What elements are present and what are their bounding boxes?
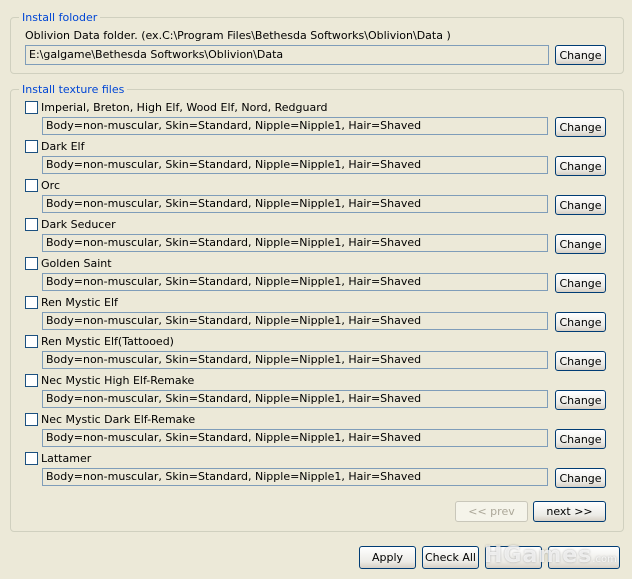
texture-change-button[interactable]: Change (555, 468, 606, 488)
texture-change-button[interactable]: Change (555, 156, 606, 176)
race-label: Lattamer (41, 452, 92, 465)
texture-setting-field: Body=non-muscular, Skin=Standard, Nipple… (42, 117, 548, 135)
footer-button-3[interactable] (485, 546, 542, 569)
install-folder-path-field[interactable]: E:\galgame\Bethesda Softworks\Oblivion\D… (25, 45, 549, 65)
texture-change-button[interactable]: Change (555, 312, 606, 332)
texture-change-button[interactable]: Change (555, 234, 606, 254)
texture-files-legend: Install texture files (19, 83, 128, 96)
race-label: Imperial, Breton, High Elf, Wood Elf, No… (41, 101, 328, 114)
race-checkbox[interactable] (25, 452, 38, 465)
texture-change-button[interactable]: Change (555, 273, 606, 293)
race-checkbox[interactable] (25, 218, 38, 231)
race-checkbox[interactable] (25, 101, 38, 114)
texture-setting-field: Body=non-muscular, Skin=Standard, Nipple… (42, 351, 548, 369)
texture-setting-field: Body=non-muscular, Skin=Standard, Nipple… (42, 390, 548, 408)
race-label: Dark Elf (41, 140, 85, 153)
race-label: Golden Saint (41, 257, 112, 270)
texture-change-button[interactable]: Change (555, 117, 606, 137)
race-checkbox[interactable] (25, 179, 38, 192)
race-checkbox[interactable] (25, 257, 38, 270)
install-folder-change-button[interactable]: Change (555, 45, 606, 65)
texture-setting-field: Body=non-muscular, Skin=Standard, Nipple… (42, 156, 548, 174)
race-checkbox[interactable] (25, 335, 38, 348)
check-all-button[interactable]: Check All (422, 546, 479, 569)
texture-setting-field: Body=non-muscular, Skin=Standard, Nipple… (42, 195, 548, 213)
race-checkbox[interactable] (25, 296, 38, 309)
texture-setting-field: Body=non-muscular, Skin=Standard, Nipple… (42, 234, 548, 252)
texture-setting-field: Body=non-muscular, Skin=Standard, Nipple… (42, 273, 548, 291)
texture-change-button[interactable]: Change (555, 195, 606, 215)
install-folder-description: Oblivion Data folder. (ex.C:\Program Fil… (25, 29, 451, 42)
apply-button[interactable]: Apply (359, 546, 416, 569)
race-label: Ren Mystic Elf(Tattooed) (41, 335, 174, 348)
install-folder-legend: Install foloder (19, 11, 101, 24)
race-label: Nec Mystic High Elf-Remake (41, 374, 195, 387)
race-label: Orc (41, 179, 60, 192)
texture-setting-field: Body=non-muscular, Skin=Standard, Nipple… (42, 312, 548, 330)
next-button[interactable]: next >> (533, 501, 606, 522)
race-checkbox[interactable] (25, 374, 38, 387)
texture-change-button[interactable]: Change (555, 390, 606, 410)
footer-button-4[interactable] (548, 546, 620, 569)
race-label: Nec Mystic Dark Elf-Remake (41, 413, 196, 426)
race-checkbox[interactable] (25, 413, 38, 426)
texture-setting-field: Body=non-muscular, Skin=Standard, Nipple… (42, 429, 548, 447)
texture-change-button[interactable]: Change (555, 429, 606, 449)
texture-change-button[interactable]: Change (555, 351, 606, 371)
race-label: Ren Mystic Elf (41, 296, 118, 309)
race-checkbox[interactable] (25, 140, 38, 153)
texture-setting-field: Body=non-muscular, Skin=Standard, Nipple… (42, 468, 548, 486)
race-label: Dark Seducer (41, 218, 116, 231)
prev-button[interactable]: << prev (455, 501, 528, 522)
